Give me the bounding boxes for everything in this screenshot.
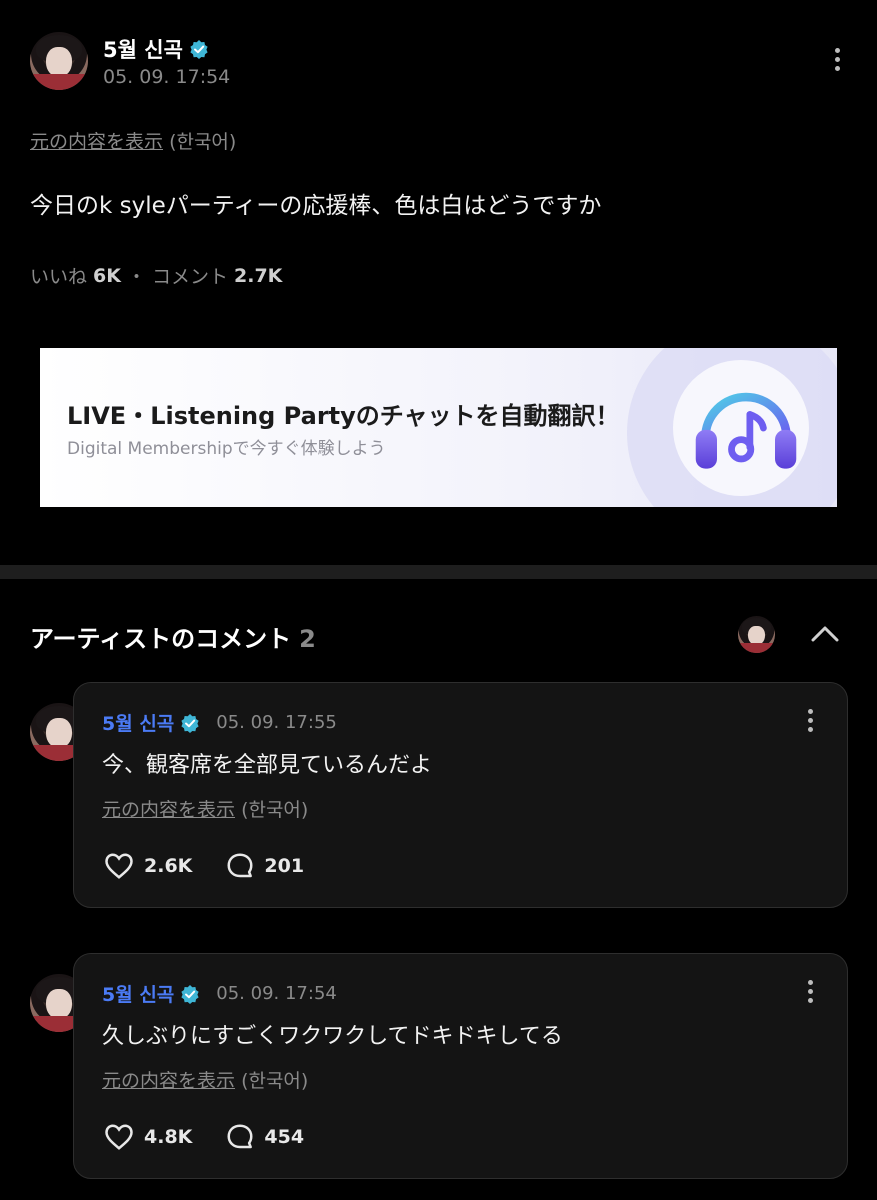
comment-more-icon[interactable] — [808, 980, 813, 1007]
comment-author-name[interactable]: 5월 신곡 — [102, 980, 174, 1007]
comment-bubble-icon — [227, 853, 253, 878]
section-divider — [0, 565, 877, 579]
like-button[interactable]: 4.8K — [102, 1122, 192, 1152]
original-language: (한국어) — [241, 799, 309, 821]
verified-badge-icon — [181, 713, 199, 733]
comment-timestamp: 05. 09. 17:54 — [216, 983, 337, 1004]
promo-banner[interactable]: LIVE・Listening Partyのチャットを自動翻訳！ Digital … — [40, 348, 837, 507]
reply-count: 454 — [264, 1126, 305, 1148]
heart-icon — [105, 1124, 133, 1150]
comment-timestamp: 05. 09. 17:55 — [216, 712, 337, 733]
comment-translation-row: 元の内容を表示 (한국어) — [102, 795, 308, 822]
banner-title: LIVE・Listening Partyのチャットを自動翻訳！ — [67, 402, 620, 430]
verified-badge-icon — [190, 40, 208, 59]
post-translation-row: 元の内容を表示 (한국어) — [30, 127, 236, 154]
comment-bubble-icon — [227, 1124, 253, 1149]
likes-label: いいね — [30, 266, 88, 288]
heart-icon — [105, 853, 133, 879]
like-count: 2.6K — [144, 855, 193, 877]
comment-translation-row: 元の内容を表示 (한국어) — [102, 1066, 308, 1093]
reply-button[interactable]: 454 — [224, 1122, 304, 1152]
artist-comments-heading: アーティストのコメント — [30, 625, 292, 653]
comment-body: 今、観客席を全部見ているんだよ — [102, 753, 433, 778]
post-body: 今日のk syleパーティーの応援棒、色は白はどうですか — [30, 193, 602, 219]
artist-comments-count: 2 — [299, 625, 316, 653]
verified-badge-icon — [181, 984, 199, 1004]
comment-actions: 4.8K 454 — [102, 1122, 304, 1152]
comment-card: 5월 신곡 05. 09. 17:55 今、観客席を全部見ているんだよ 元の内容… — [73, 682, 848, 908]
original-language: (한국어) — [169, 131, 237, 153]
chevron-up-icon[interactable] — [810, 624, 840, 644]
reply-count: 201 — [264, 855, 305, 877]
likes-count[interactable]: 6K — [93, 265, 121, 287]
stats-separator: ・ — [126, 266, 146, 288]
comments-label: コメント — [151, 266, 228, 288]
post-stats: いいね 6K ・ コメント 2.7K — [30, 262, 282, 289]
banner-subtitle: Digital Membershipで今すぐ体験しよう — [67, 439, 386, 459]
comment-actions: 2.6K 201 — [102, 851, 304, 881]
show-original-link[interactable]: 元の内容を表示 — [30, 131, 163, 153]
post-author-avatar[interactable] — [30, 32, 88, 90]
comments-count[interactable]: 2.7K — [234, 265, 282, 287]
headphones-music-icon — [695, 392, 797, 469]
comment-body: 久しぶりにすごくワクワクしてドキドキしてる — [102, 1024, 563, 1049]
post-more-icon[interactable] — [835, 48, 840, 75]
post-author-name[interactable]: 5월 신곡 — [103, 34, 183, 64]
comment-card: 5월 신곡 05. 09. 17:54 久しぶりにすごくワクワクしてドキドキして… — [73, 953, 848, 1179]
post-author-row: 5월 신곡 — [103, 34, 209, 64]
comment-header: 5월 신곡 05. 09. 17:54 — [102, 980, 337, 1007]
original-language: (한국어) — [241, 1070, 309, 1092]
comment-author-name[interactable]: 5월 신곡 — [102, 709, 174, 736]
show-original-link[interactable]: 元の内容を表示 — [102, 1070, 235, 1092]
post-timestamp: 05. 09. 17:54 — [103, 66, 231, 88]
artist-avatar-small[interactable] — [738, 616, 775, 653]
comment-header: 5월 신곡 05. 09. 17:55 — [102, 709, 337, 736]
show-original-link[interactable]: 元の内容を表示 — [102, 799, 235, 821]
reply-button[interactable]: 201 — [224, 851, 304, 881]
artist-comments-header: アーティストのコメント 2 — [30, 619, 316, 654]
like-count: 4.8K — [144, 1126, 193, 1148]
like-button[interactable]: 2.6K — [102, 851, 192, 881]
comment-more-icon[interactable] — [808, 709, 813, 736]
